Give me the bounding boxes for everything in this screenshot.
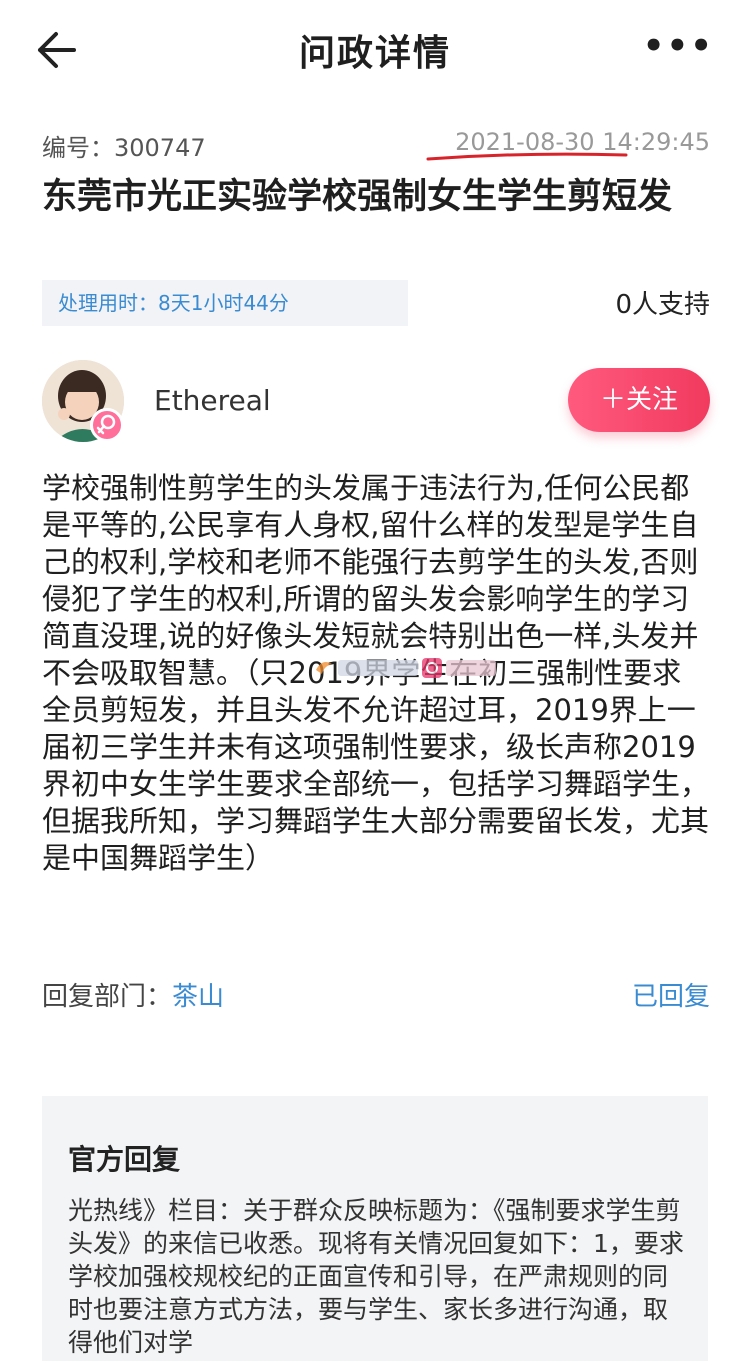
more-options-icon[interactable]: ••• xyxy=(643,29,714,63)
top-nav-bar: 问政详情 ••• xyxy=(0,0,750,100)
reply-title: 官方回复 xyxy=(68,1143,181,1176)
watermark-icon xyxy=(316,658,496,678)
post-number: 编号：300747 xyxy=(42,134,206,162)
red-underline-annotation xyxy=(426,152,628,161)
female-icon xyxy=(90,408,124,442)
official-reply-card: 官方回复 光热线》栏目：关于群众反映标题为：《强制要求学生剪头发》的来信已收悉。… xyxy=(42,1096,708,1361)
dept-name-link[interactable]: 茶山 xyxy=(172,982,224,1012)
follow-button[interactable]: ＋关注 xyxy=(568,368,710,432)
post-title: 东莞市光正实验学校强制女生学生剪短发 xyxy=(42,177,673,217)
author-name[interactable]: Ethereal xyxy=(154,384,271,417)
post-status-row: 处理用时：8天1小时44分 0人支持 xyxy=(42,280,710,326)
page-title: 问政详情 xyxy=(298,33,451,74)
processing-duration: 处理用时：8天1小时44分 xyxy=(42,280,408,326)
author-row: Ethereal ＋关注 xyxy=(42,360,710,444)
reply-text: 光热线》栏目：关于群众反映标题为：《强制要求学生剪头发》的来信已收悉。现将有关情… xyxy=(68,1196,684,1357)
reply-status: 已回复 xyxy=(631,982,710,1012)
support-count[interactable]: 0人支持 xyxy=(615,284,710,321)
dept-label: 回复部门： xyxy=(42,982,173,1012)
reply-department-row: 回复部门：茶山 已回复 xyxy=(42,976,710,1016)
